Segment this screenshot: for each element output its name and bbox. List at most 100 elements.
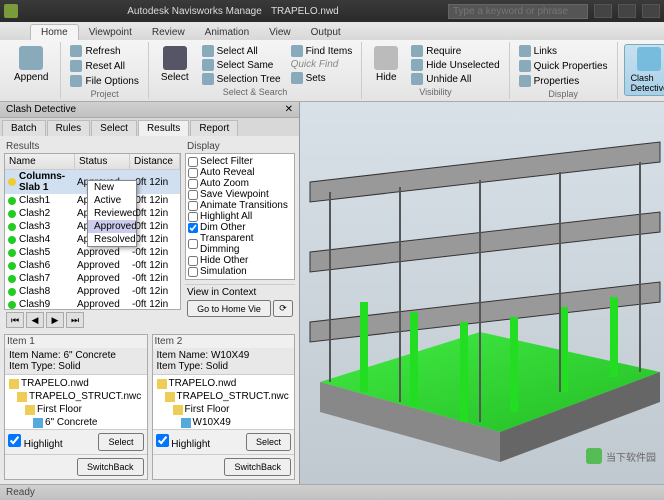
tab-view[interactable]: View (259, 25, 301, 40)
display-option[interactable]: Highlight All (188, 211, 292, 222)
hide-unsel-icon (411, 59, 423, 71)
select1-button[interactable]: Select (98, 433, 143, 451)
cursor-icon (163, 46, 187, 70)
quick-find-input[interactable]: Quick Find (288, 58, 356, 71)
status-dropdown[interactable]: New Active Reviewed Approved Resolved (87, 180, 137, 247)
item2-header: Item Name: W10X49 Item Type: Solid (153, 348, 295, 375)
item1-label: Item 1 (5, 335, 147, 348)
clash-row[interactable]: Clash7Approved-0ft 12in (5, 272, 180, 285)
select-same-button[interactable]: Select Same (199, 58, 284, 72)
tab-output[interactable]: Output (301, 25, 351, 40)
clash-row[interactable]: Clash5Approved-0ft 12in (5, 246, 180, 259)
view-context-icon-button[interactable]: ⟳ (273, 300, 293, 317)
display-option[interactable]: Auto Reveal (188, 167, 292, 178)
prev-button[interactable]: ◀ (26, 312, 44, 328)
display-option[interactable]: Auto Zoom (188, 178, 292, 189)
cube-icon (181, 418, 191, 428)
clash-icon (637, 47, 661, 71)
unhide-all-button[interactable]: Unhide All (408, 72, 502, 86)
append-button[interactable]: Append (8, 44, 54, 85)
find-items-button[interactable]: Find Items (288, 44, 356, 58)
status-dot-icon (8, 223, 16, 231)
highlight1-checkbox[interactable]: Highlight (8, 434, 63, 450)
tab-report[interactable]: Report (190, 120, 238, 136)
watermark: 当下软件园 (586, 448, 656, 464)
tab-animation[interactable]: Animation (195, 25, 259, 40)
hide-button[interactable]: Hide (368, 44, 404, 86)
ribbon-tabs: Home Viewpoint Review Animation View Out… (0, 22, 664, 40)
folder-icon (9, 379, 19, 389)
display-option[interactable]: Dim Other (188, 222, 292, 233)
sets-button[interactable]: Sets (288, 71, 356, 85)
select2-button[interactable]: Select (246, 433, 291, 451)
minimize-button[interactable] (594, 4, 612, 18)
links-button[interactable]: Links (516, 44, 611, 58)
tab-select[interactable]: Select (91, 120, 137, 136)
display-option[interactable]: Save Viewpoint (188, 189, 292, 200)
folder-icon (17, 392, 27, 402)
switchback2-button[interactable]: SwitchBack (224, 458, 291, 476)
tab-home[interactable]: Home (30, 24, 79, 40)
tree-node[interactable]: TRAPELO.nwd (7, 377, 145, 390)
tree-node[interactable]: W10X49 (155, 416, 293, 429)
3d-viewport[interactable]: 当下软件园 (300, 102, 664, 484)
tree-node[interactable]: TRAPELO_STRUCT.nwc (7, 390, 145, 403)
hide-unselected-button[interactable]: Hide Unselected (408, 58, 502, 72)
tab-batch[interactable]: Batch (2, 120, 46, 136)
tree-node[interactable]: 6" Concrete (7, 416, 145, 429)
view-in-context-label: View in Context (187, 287, 293, 298)
refresh-button[interactable]: Refresh (67, 44, 141, 58)
select-same-icon (202, 59, 214, 71)
tree-node[interactable]: First Floor (155, 403, 293, 416)
refresh-icon (70, 45, 82, 57)
highlight2-checkbox[interactable]: Highlight (156, 434, 211, 450)
item2-tree[interactable]: TRAPELO.nwdTRAPELO_STRUCT.nwcFirst Floor… (153, 375, 295, 429)
close-button[interactable] (642, 4, 660, 18)
folder-icon (165, 392, 175, 402)
watermark-logo-icon (586, 448, 602, 464)
first-button[interactable]: ⏮ (6, 312, 24, 328)
display-option[interactable]: Hide Other (188, 255, 292, 266)
clash-detective-button[interactable]: Clash Detective (624, 44, 664, 96)
select-all-button[interactable]: Select All (199, 44, 284, 58)
status-option[interactable]: Approved (88, 220, 136, 233)
file-options-button[interactable]: File Options (67, 74, 141, 88)
maximize-button[interactable] (618, 4, 636, 18)
item1-header: Item Name: 6" Concrete Item Type: Solid (5, 348, 147, 375)
switchback1-button[interactable]: SwitchBack (77, 458, 144, 476)
display-option[interactable]: Simulation (188, 266, 292, 277)
tree-node[interactable]: TRAPELO_STRUCT.nwc (155, 390, 293, 403)
panel-close-icon[interactable]: ✕ (285, 104, 293, 115)
status-option[interactable]: Reviewed (88, 207, 136, 220)
status-dot-icon (8, 236, 16, 244)
require-button[interactable]: Require (408, 44, 502, 58)
last-button[interactable]: ⏭ (66, 312, 84, 328)
clash-row[interactable]: Clash6Approved-0ft 12in (5, 259, 180, 272)
select-button[interactable]: Select (155, 44, 195, 86)
display-option[interactable]: Animate Transitions (188, 200, 292, 211)
keyword-search-input[interactable] (448, 4, 588, 19)
status-option[interactable]: Resolved (88, 233, 136, 246)
status-option[interactable]: Active (88, 194, 136, 207)
status-option[interactable]: New (88, 181, 136, 194)
properties-button[interactable]: Properties (516, 74, 611, 88)
item1-tree[interactable]: TRAPELO.nwdTRAPELO_STRUCT.nwcFirst Floor… (5, 375, 147, 429)
tree-node[interactable]: First Floor (7, 403, 145, 416)
folder-icon (157, 379, 167, 389)
next-button[interactable]: ▶ (46, 312, 64, 328)
selection-tree-button[interactable]: Selection Tree (199, 72, 284, 86)
tab-review[interactable]: Review (142, 25, 195, 40)
display-option[interactable]: Transparent Dimming (188, 233, 292, 255)
quick-properties-button[interactable]: Quick Properties (516, 59, 611, 73)
tab-viewpoint[interactable]: Viewpoint (79, 25, 142, 40)
tab-results[interactable]: Results (138, 120, 189, 136)
app-title: Autodesk Navisworks Manage TRAPELO.nwd (24, 5, 442, 17)
tab-rules[interactable]: Rules (47, 120, 91, 136)
clash-row[interactable]: Clash8Approved-0ft 12in (5, 285, 180, 298)
clash-row[interactable]: Clash9Approved-0ft 12in (5, 298, 180, 309)
display-option[interactable]: Select Filter (188, 156, 292, 167)
go-home-view-button[interactable]: Go to Home Vie (187, 300, 271, 317)
reset-all-button[interactable]: Reset All (67, 59, 141, 73)
tree-node[interactable]: TRAPELO.nwd (155, 377, 293, 390)
cube-icon (33, 418, 43, 428)
